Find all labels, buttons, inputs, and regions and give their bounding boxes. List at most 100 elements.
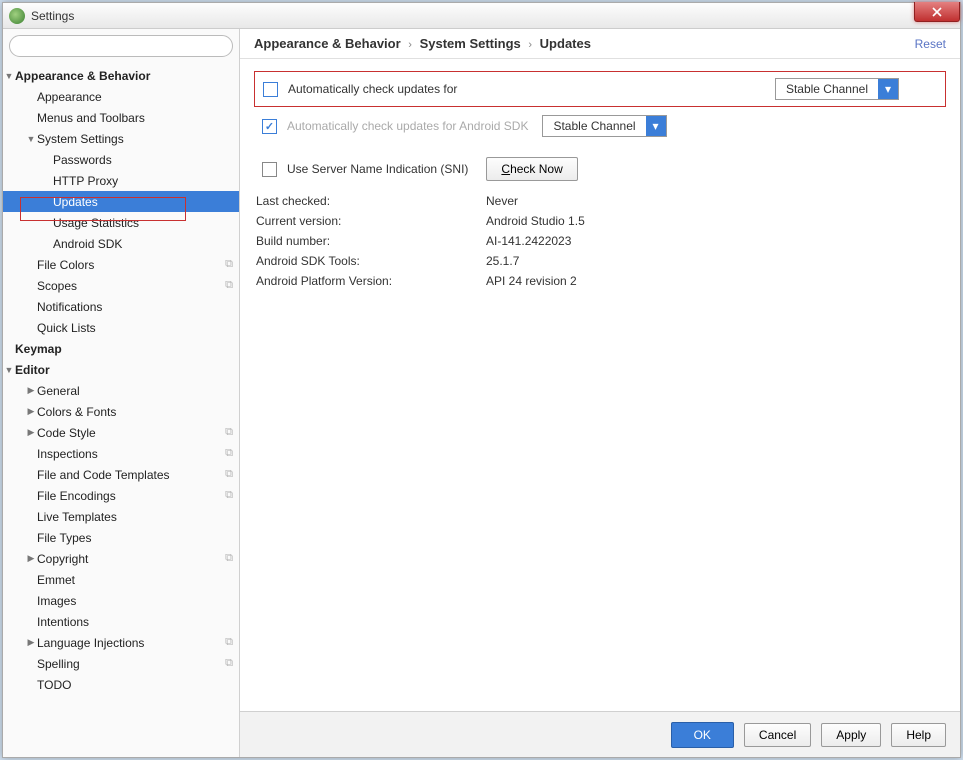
close-button[interactable]	[914, 2, 960, 22]
apply-button[interactable]: Apply	[821, 723, 881, 747]
tree-item-general[interactable]: ▶General	[3, 380, 239, 401]
tree-item-label: Notifications	[37, 300, 233, 314]
chevron-right-icon[interactable]: ▶	[25, 385, 37, 396]
auto-check-channel-dropdown[interactable]: Stable Channel ▾	[775, 78, 899, 100]
arrow-spacer: •	[25, 281, 37, 291]
copy-profile-icon: ⧉	[225, 468, 233, 481]
info-key: Build number:	[256, 234, 486, 248]
chevron-right-icon[interactable]: ▶	[25, 637, 37, 648]
tree-item-updates[interactable]: •Updates	[3, 191, 239, 212]
tree-item-menus-and-toolbars[interactable]: •Menus and Toolbars	[3, 107, 239, 128]
tree-item-inspections[interactable]: •Inspections⧉	[3, 443, 239, 464]
tree-item-appearance-behavior[interactable]: ▼Appearance & Behavior	[3, 65, 239, 86]
info-key: Last checked:	[256, 194, 486, 208]
tree-item-label: Updates	[53, 195, 233, 209]
tree-item-label: Usage Statistics	[53, 216, 233, 230]
info-key: Current version:	[256, 214, 486, 228]
breadcrumb-part[interactable]: Appearance & Behavior	[254, 36, 401, 51]
tree-item-scopes[interactable]: •Scopes⧉	[3, 275, 239, 296]
sni-checkbox[interactable]	[262, 162, 277, 177]
tree-item-label: Spelling	[37, 657, 225, 671]
info-value: Never	[486, 194, 518, 208]
cancel-button[interactable]: Cancel	[744, 723, 811, 747]
help-button[interactable]: Help	[891, 723, 946, 747]
arrow-spacer: •	[25, 260, 37, 270]
tree-item-android-sdk[interactable]: •Android SDK	[3, 233, 239, 254]
auto-check-row: Automatically check updates for Stable C…	[254, 71, 946, 107]
arrow-spacer: •	[25, 92, 37, 102]
close-icon	[932, 7, 942, 17]
arrow-spacer: •	[25, 113, 37, 123]
arrow-spacer: •	[25, 575, 37, 585]
chevron-down-icon: ▾	[878, 79, 898, 99]
dropdown-label: Stable Channel	[543, 119, 645, 133]
tree-item-language-injections[interactable]: ▶Language Injections⧉	[3, 632, 239, 653]
tree-item-label: File Encodings	[37, 489, 225, 503]
info-value: Android Studio 1.5	[486, 214, 585, 228]
tree-item-label: HTTP Proxy	[53, 174, 233, 188]
chevron-right-icon[interactable]: ▶	[25, 406, 37, 417]
tree-item-label: TODO	[37, 678, 233, 692]
arrow-spacer: •	[41, 197, 53, 207]
info-row: Last checked:Never	[254, 191, 946, 211]
tree-item-editor[interactable]: ▼Editor	[3, 359, 239, 380]
breadcrumb-sep: ›	[528, 39, 532, 51]
search-input[interactable]	[9, 35, 233, 57]
tree-item-label: Language Injections	[37, 636, 225, 650]
auto-check-checkbox[interactable]	[263, 82, 278, 97]
tree-item-code-style[interactable]: ▶Code Style⧉	[3, 422, 239, 443]
settings-tree[interactable]: ▼Appearance & Behavior•Appearance•Menus …	[3, 63, 239, 757]
copy-profile-icon: ⧉	[225, 426, 233, 439]
sidebar: ▼Appearance & Behavior•Appearance•Menus …	[3, 29, 240, 757]
tree-item-colors-fonts[interactable]: ▶Colors & Fonts	[3, 401, 239, 422]
dropdown-label: Stable Channel	[776, 82, 878, 96]
tree-item-emmet[interactable]: •Emmet	[3, 569, 239, 590]
sdk-check-row: Automatically check updates for Android …	[254, 115, 946, 143]
chevron-down-icon[interactable]: ▼	[3, 71, 15, 81]
tree-item-appearance[interactable]: •Appearance	[3, 86, 239, 107]
tree-item-label: File Colors	[37, 258, 225, 272]
tree-item-usage-statistics[interactable]: •Usage Statistics	[3, 212, 239, 233]
arrow-spacer: •	[41, 155, 53, 165]
arrow-spacer: •	[25, 680, 37, 690]
tree-item-file-colors[interactable]: •File Colors⧉	[3, 254, 239, 275]
tree-item-images[interactable]: •Images	[3, 590, 239, 611]
tree-item-todo[interactable]: •TODO	[3, 674, 239, 695]
check-now-button[interactable]: Check Now	[486, 157, 577, 181]
tree-item-notifications[interactable]: •Notifications	[3, 296, 239, 317]
reset-link[interactable]: Reset	[915, 37, 946, 51]
tree-item-file-types[interactable]: •File Types	[3, 527, 239, 548]
sdk-check-checkbox[interactable]	[262, 119, 277, 134]
chevron-right-icon[interactable]: ▶	[25, 553, 37, 564]
breadcrumb-part[interactable]: System Settings	[420, 36, 521, 51]
breadcrumb-part[interactable]: Updates	[540, 36, 591, 51]
tree-item-passwords[interactable]: •Passwords	[3, 149, 239, 170]
tree-item-intentions[interactable]: •Intentions	[3, 611, 239, 632]
info-row: Android SDK Tools:25.1.7	[254, 251, 946, 271]
tree-item-copyright[interactable]: ▶Copyright⧉	[3, 548, 239, 569]
copy-profile-icon: ⧉	[225, 489, 233, 502]
chevron-down-icon[interactable]: ▼	[3, 365, 15, 375]
tree-item-keymap[interactable]: •Keymap	[3, 338, 239, 359]
sdk-channel-dropdown[interactable]: Stable Channel ▾	[542, 115, 666, 137]
copy-profile-icon: ⧉	[225, 657, 233, 670]
arrow-spacer: •	[41, 218, 53, 228]
content-area: Automatically check updates for Stable C…	[240, 59, 960, 711]
search-wrap	[3, 29, 239, 63]
tree-item-label: Copyright	[37, 552, 225, 566]
tree-item-file-encodings[interactable]: •File Encodings⧉	[3, 485, 239, 506]
tree-item-http-proxy[interactable]: •HTTP Proxy	[3, 170, 239, 191]
auto-check-label: Automatically check updates for	[288, 82, 457, 96]
tree-item-spelling[interactable]: •Spelling⧉	[3, 653, 239, 674]
tree-item-quick-lists[interactable]: •Quick Lists	[3, 317, 239, 338]
ok-button[interactable]: OK	[671, 722, 734, 748]
tree-item-label: General	[37, 384, 233, 398]
tree-item-label: Live Templates	[37, 510, 233, 524]
copy-profile-icon: ⧉	[225, 636, 233, 649]
chevron-down-icon[interactable]: ▼	[25, 134, 37, 144]
tree-item-file-and-code-templates[interactable]: •File and Code Templates⧉	[3, 464, 239, 485]
tree-item-live-templates[interactable]: •Live Templates	[3, 506, 239, 527]
chevron-right-icon[interactable]: ▶	[25, 427, 37, 438]
tree-item-system-settings[interactable]: ▼System Settings	[3, 128, 239, 149]
sdk-check-label: Automatically check updates for Android …	[287, 119, 528, 133]
